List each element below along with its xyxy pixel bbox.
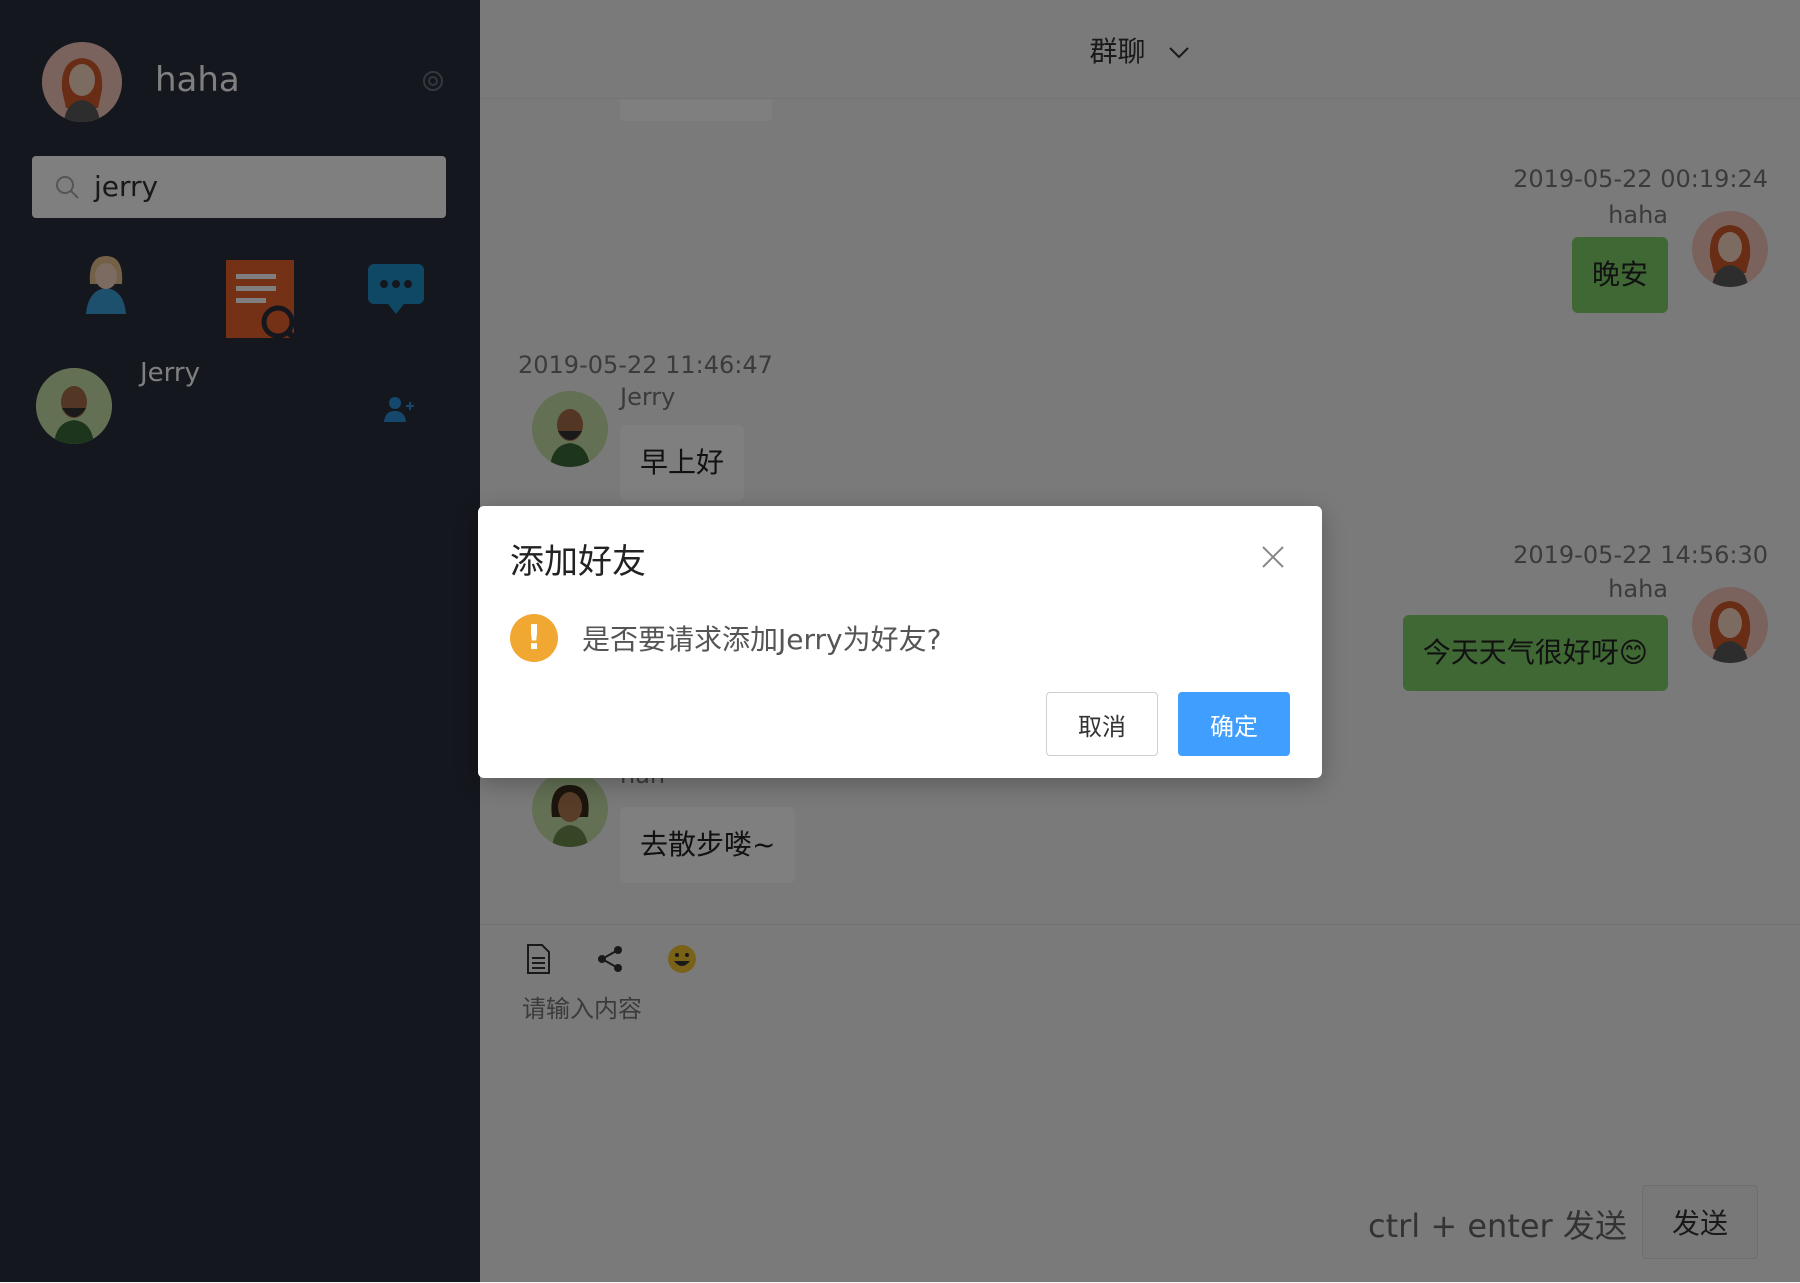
cancel-button[interactable]: 取消 <box>1046 692 1158 756</box>
dialog-title: 添加好友 <box>510 542 646 582</box>
dialog-message: 是否要请求添加Jerry为好友? <box>582 623 942 656</box>
add-friend-dialog: 添加好友 ! 是否要请求添加Jerry为好友? 取消 确定 <box>478 506 1322 778</box>
confirm-button[interactable]: 确定 <box>1178 692 1290 756</box>
warning-icon: ! <box>510 614 558 662</box>
close-icon[interactable] <box>1260 544 1286 570</box>
